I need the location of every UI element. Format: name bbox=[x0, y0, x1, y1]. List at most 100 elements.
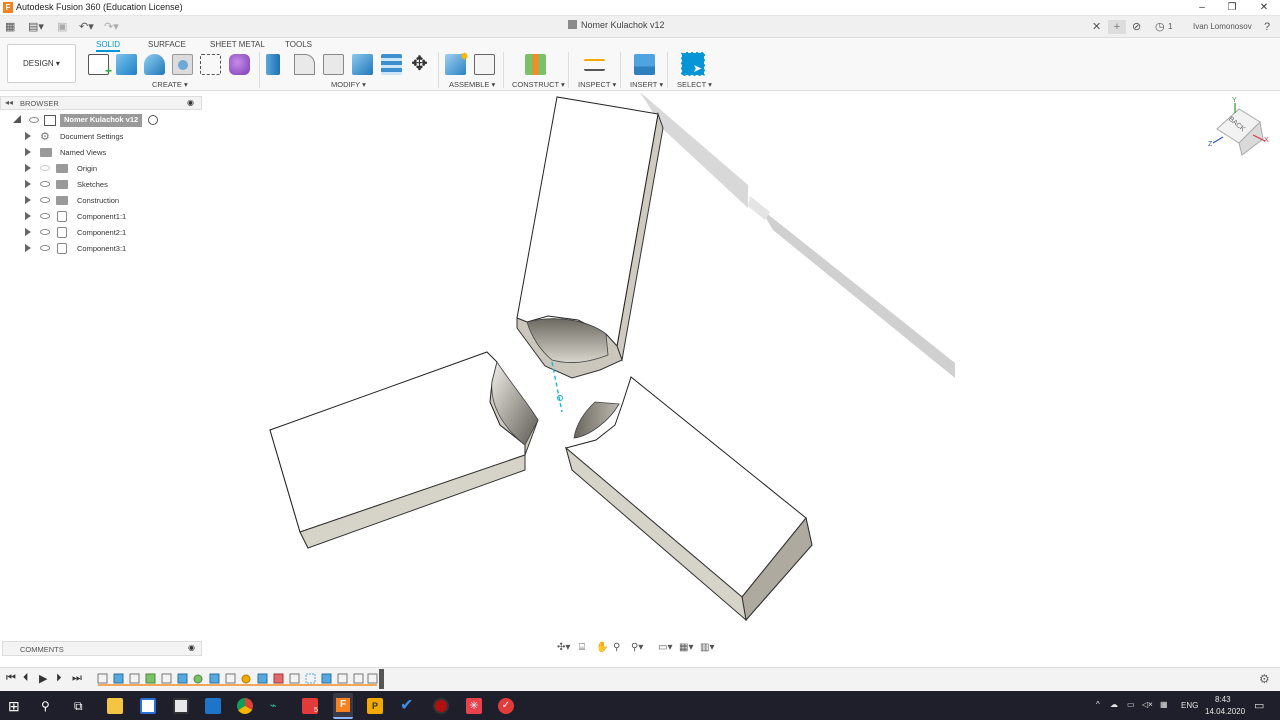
timeline-extrude-icon[interactable] bbox=[177, 673, 188, 684]
move-copy-icon[interactable]: ✥ bbox=[409, 54, 430, 75]
clock-time[interactable]: 8:43 bbox=[1215, 695, 1231, 704]
measure-icon[interactable] bbox=[584, 59, 605, 71]
timeline-marker[interactable] bbox=[379, 669, 384, 689]
activate-radio-icon[interactable] bbox=[148, 115, 158, 125]
timeline-sketch-icon[interactable] bbox=[161, 673, 172, 684]
tab-solid[interactable]: SOLID bbox=[96, 40, 121, 52]
expand-triangle-icon[interactable] bbox=[25, 180, 31, 188]
combine-icon[interactable] bbox=[352, 54, 373, 75]
create-form-icon[interactable] bbox=[229, 54, 250, 75]
revolve-icon[interactable] bbox=[144, 54, 165, 75]
expand-triangle-icon[interactable] bbox=[25, 148, 31, 156]
timeline-sketch-icon[interactable] bbox=[289, 673, 300, 684]
todo-icon[interactable]: ✔ bbox=[400, 698, 416, 714]
tray-chevron-icon[interactable]: ^ bbox=[1096, 700, 1100, 709]
pan-icon[interactable]: ✋ bbox=[596, 642, 608, 653]
orbit-icon[interactable]: ✣▾ bbox=[557, 642, 570, 653]
keyboard-icon[interactable]: ▦ bbox=[1160, 700, 1168, 709]
play-icon[interactable]: ▶ bbox=[39, 672, 47, 685]
visibility-eye-icon[interactable] bbox=[40, 197, 50, 203]
modify-menu[interactable]: MODIFY ▾ bbox=[331, 80, 366, 89]
timeline-features[interactable] bbox=[96, 672, 381, 686]
expand-triangle-icon[interactable] bbox=[25, 212, 31, 220]
display-settings-icon[interactable]: ▭▾ bbox=[658, 642, 672, 653]
redo-icon[interactable]: ↷▾ bbox=[104, 20, 119, 34]
search-icon[interactable]: ⚲ bbox=[41, 698, 57, 714]
timeline-extrude-icon[interactable] bbox=[209, 673, 220, 684]
visibility-eye-icon[interactable] bbox=[40, 181, 50, 187]
create-sketch-icon[interactable]: + bbox=[88, 54, 112, 78]
document-tab[interactable]: Nomer Kulachok v12 bbox=[568, 20, 665, 30]
save-icon[interactable]: ▣ bbox=[57, 20, 67, 34]
browser-header[interactable]: ◂◂ BROWSER ◉ bbox=[0, 96, 202, 110]
close-tab-button[interactable]: ✕ bbox=[1092, 20, 1101, 34]
timeline-sketch-icon[interactable] bbox=[97, 673, 108, 684]
extensions-icon[interactable]: ⊘ bbox=[1132, 20, 1141, 34]
browser-root-row[interactable]: Nomer Kulachok v12 bbox=[0, 114, 202, 128]
user-name[interactable]: Ivan Lomonosov bbox=[1193, 20, 1252, 34]
visibility-eye-icon[interactable] bbox=[40, 245, 50, 251]
timeline-plane-icon[interactable] bbox=[145, 673, 156, 684]
select-icon[interactable]: ➤ bbox=[681, 52, 705, 76]
rectangular-pattern-icon[interactable] bbox=[200, 54, 221, 75]
timeline-split-icon[interactable] bbox=[273, 673, 284, 684]
grid-settings-icon[interactable]: ▦▾ bbox=[679, 642, 693, 653]
timeline-extrude-icon[interactable] bbox=[113, 673, 124, 684]
assemble-menu[interactable]: ASSEMBLE ▾ bbox=[449, 80, 495, 89]
inspect-menu[interactable]: INSPECT ▾ bbox=[578, 80, 616, 89]
app-grid-icon[interactable]: ▦ bbox=[5, 20, 15, 34]
expand-triangle-icon[interactable] bbox=[13, 115, 21, 123]
insert-menu[interactable]: INSERT ▾ bbox=[630, 80, 663, 89]
windows-start-icon[interactable]: ⊞ bbox=[8, 698, 24, 714]
workspace-switcher[interactable]: DESIGN ▾ bbox=[7, 44, 76, 83]
look-at-icon[interactable]: ⌸ bbox=[579, 642, 585, 653]
comments-panel[interactable]: COMMENTS ◉ bbox=[2, 641, 202, 656]
expand-triangle-icon[interactable] bbox=[25, 196, 31, 204]
browser-item-sketches[interactable]: Sketches bbox=[0, 178, 202, 192]
calculator-icon[interactable] bbox=[173, 698, 189, 714]
go-to-start-icon[interactable]: ⏮ bbox=[6, 672, 16, 685]
timeline-axis-icon[interactable] bbox=[193, 674, 203, 684]
restore-button[interactable]: ❐ bbox=[1217, 0, 1247, 16]
mail-icon[interactable] bbox=[205, 698, 221, 714]
visibility-eye-icon[interactable] bbox=[40, 229, 50, 235]
timeline-extrude-icon[interactable] bbox=[321, 673, 332, 684]
expand-triangle-icon[interactable] bbox=[25, 164, 31, 172]
hole-icon[interactable] bbox=[172, 54, 193, 75]
tab-surface[interactable]: SURFACE bbox=[148, 40, 186, 49]
zoom-icon[interactable]: ⚲ bbox=[613, 642, 620, 653]
create-menu[interactable]: CREATE ▾ bbox=[152, 80, 188, 89]
timeline-pattern-icon[interactable] bbox=[305, 673, 316, 684]
fillet-icon[interactable] bbox=[294, 54, 315, 75]
insert-canvas-icon[interactable] bbox=[634, 54, 655, 75]
jaw-body-left[interactable] bbox=[269, 351, 539, 549]
app-check-icon[interactable]: ✓ bbox=[498, 698, 514, 714]
browser-item-document-settings[interactable]: ⚙ Document Settings bbox=[0, 130, 202, 144]
root-component-label[interactable]: Nomer Kulachok v12 bbox=[60, 114, 143, 127]
minimize-button[interactable]: – bbox=[1187, 0, 1217, 16]
visibility-eye-icon[interactable] bbox=[29, 117, 39, 123]
close-button[interactable]: ✕ bbox=[1249, 0, 1279, 16]
expand-triangle-icon[interactable] bbox=[25, 132, 31, 140]
file-explorer-icon[interactable] bbox=[107, 698, 123, 714]
app-circle-icon[interactable] bbox=[433, 698, 449, 714]
browser-item-component1[interactable]: Component1:1 bbox=[0, 210, 202, 224]
timeline-settings-gear-icon[interactable]: ⚙ bbox=[1259, 672, 1270, 686]
timeline-sketch-icon[interactable] bbox=[367, 673, 378, 684]
visibility-eye-icon[interactable] bbox=[40, 213, 50, 219]
clock-date[interactable]: 14.04.2020 bbox=[1205, 707, 1245, 716]
task-view-icon[interactable]: ⧉ bbox=[74, 698, 90, 714]
file-menu-icon[interactable]: ▤▾ bbox=[28, 20, 44, 34]
browser-item-construction[interactable]: Construction bbox=[0, 194, 202, 208]
onedrive-icon[interactable]: ☁ bbox=[1110, 700, 1118, 709]
timeline-point-icon[interactable] bbox=[241, 674, 251, 684]
select-menu[interactable]: SELECT ▾ bbox=[677, 80, 712, 89]
construct-menu[interactable]: CONSTRUCT ▾ bbox=[512, 80, 565, 89]
collapse-icon[interactable]: ◂◂ bbox=[5, 98, 13, 107]
volume-icon[interactable]: ◁× bbox=[1142, 700, 1153, 709]
timeline-sketch-icon[interactable] bbox=[337, 673, 348, 684]
store-icon[interactable] bbox=[140, 698, 156, 714]
network-icon[interactable]: ▭ bbox=[1127, 700, 1135, 709]
timeline-extrude-icon[interactable] bbox=[257, 673, 268, 684]
notifications-icon[interactable]: ▭ bbox=[1254, 699, 1264, 712]
